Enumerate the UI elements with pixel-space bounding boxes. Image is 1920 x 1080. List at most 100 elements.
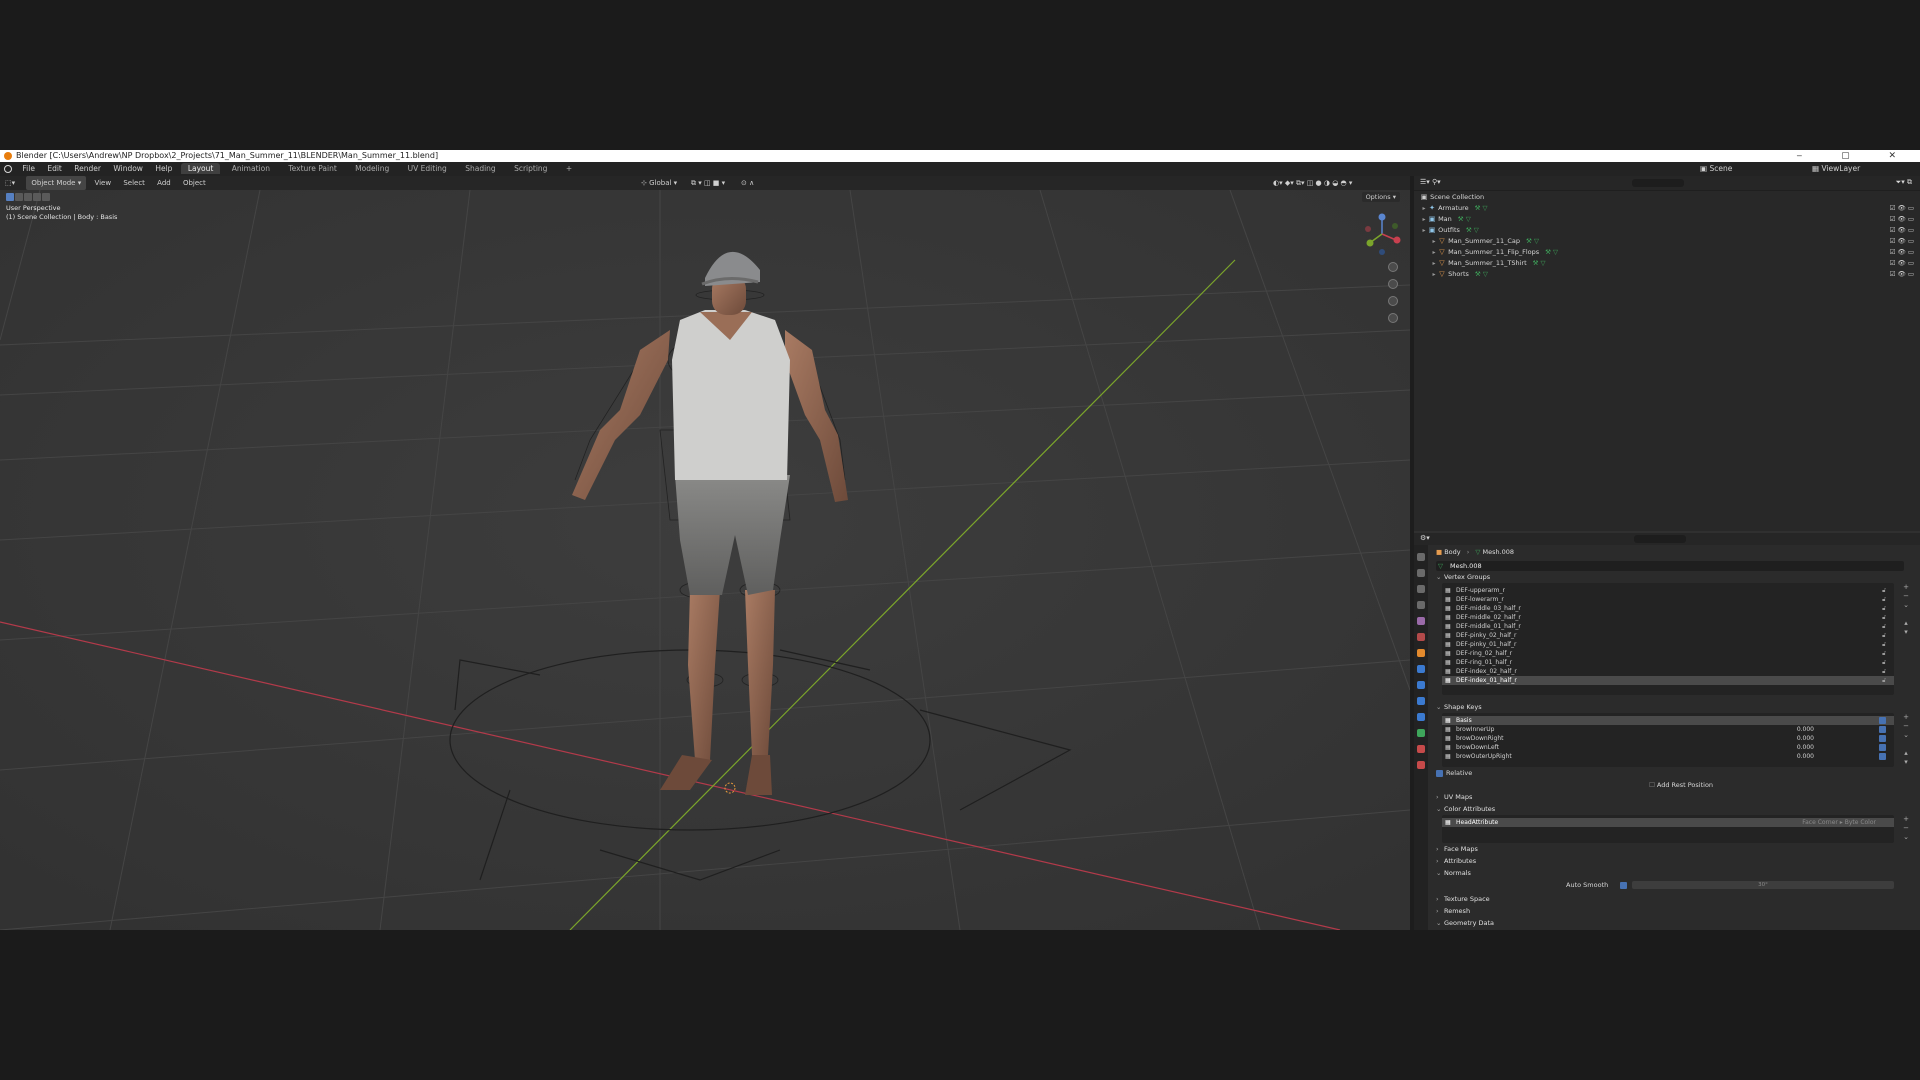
menu-add[interactable]: Add [153,176,175,190]
geometry-data-header[interactable]: ⌄ Geometry Data [1428,917,1920,929]
menu-object[interactable]: Object [179,176,210,190]
lock-icon[interactable]: 🔓︎ [1882,658,1886,667]
transform-orientation-dropdown[interactable]: ⊹ Global ▾ [637,176,681,190]
visibility-toggle-icons[interactable]: ☑ 👁 ▭ [1890,236,1914,247]
scene-tab-icon[interactable] [1417,617,1425,625]
outliner-row[interactable]: ▸ ▽ Shorts ⚒ ▽ ☑ 👁 ▭ [1414,269,1920,280]
texture-tab-icon[interactable] [1417,761,1425,769]
add-rest-position-checkbox[interactable]: ☐ Add Rest Position [1428,779,1920,791]
shape-key-value[interactable]: 0.000 [1797,752,1814,761]
output-tab-icon[interactable] [1417,585,1425,593]
particles-tab-icon[interactable] [1417,681,1425,689]
menu-view[interactable]: View [90,176,115,190]
color-attribute-item[interactable]: ▦ HeadAttribute Face Corner ▸ Byte Color [1442,818,1894,827]
navigation-gizmo[interactable] [1362,212,1402,258]
shape-key-mute-checkbox[interactable] [1879,735,1886,742]
expand-arrow-icon[interactable]: ▸ [1430,236,1438,247]
mode-dropdown[interactable]: Object Mode ▾ [26,176,87,190]
outliner-row[interactable]: ▸ ▣ Man ⚒ ▽ ☑ 👁 ▭ [1414,214,1920,225]
vertex-group-item[interactable]: ▦ DEF-pinky_01_half_r 🔓︎ [1442,640,1894,649]
scene-selector[interactable]: ▣ Scene [1700,162,1732,176]
shape-key-mute-checkbox[interactable] [1879,726,1886,733]
visibility-toggle-icons[interactable]: ☑ 👁 ▭ [1890,203,1914,214]
lock-icon[interactable]: 🔓︎ [1882,595,1886,604]
select-box-icon[interactable] [6,193,14,201]
physics-tab-icon[interactable] [1417,697,1425,705]
3d-viewport[interactable]: User Perspective (1) Scene Collection | … [0,190,1410,930]
outliner-row[interactable]: ▸ ✦ Armature ⚒ ▽ ☑ 👁 ▭ [1414,203,1920,214]
menu-edit[interactable]: Edit [47,164,62,173]
vertex-group-item[interactable]: ▦ DEF-middle_03_half_r 🔓︎ [1442,604,1894,613]
lock-icon[interactable]: 🔓︎ [1882,631,1886,640]
tool-tab-icon[interactable] [1417,553,1425,561]
view-layer-selector[interactable]: ▦ ViewLayer [1812,162,1860,176]
mesh-name-field[interactable]: ▽ Mesh.008 [1436,561,1904,571]
vertex-group-item[interactable]: ▦ DEF-index_01_half_r 🔓︎ [1442,676,1894,685]
list-resize-handle[interactable] [1442,685,1894,695]
shape-key-mute-checkbox[interactable] [1879,753,1886,760]
mesh-data-tab-icon[interactable] [1417,729,1425,737]
vertex-group-item[interactable]: ▦ DEF-ring_02_half_r 🔓︎ [1442,649,1894,658]
visibility-toggle-icons[interactable]: ☑ 👁 ▭ [1890,214,1914,225]
constraints-tab-icon[interactable] [1417,713,1425,721]
x-axis-icon[interactable] [1393,236,1401,244]
vertex-group-item[interactable]: ▦ DEF-pinky_02_half_r 🔓︎ [1442,631,1894,640]
properties-search-input[interactable] [1634,535,1686,543]
ortho-grid-icon[interactable] [1388,313,1398,323]
expand-arrow-icon[interactable]: ▸ [1430,269,1438,280]
select-subtract-icon[interactable] [24,193,32,201]
expand-arrow-icon[interactable]: ▸ [1430,258,1438,269]
select-extend-icon[interactable] [15,193,23,201]
expand-arrow-icon[interactable]: ▸ [1430,247,1438,258]
shape-keys-list[interactable]: ▦ Basis ▦ browInnerUp 0.000 ▦ browDownRight 0.0… [1442,713,1909,767]
visibility-toggle-icons[interactable]: ☑ 👁 ▭ [1890,247,1914,258]
shape-keys-header[interactable]: ⌄ Shape Keys [1428,701,1920,713]
select-invert-icon[interactable] [33,193,41,201]
outliner-row[interactable]: ▸ ▽ Man_Summer_11_TShirt ⚒ ▽ ☑ 👁 ▭ [1414,258,1920,269]
texture-space-header[interactable]: › Texture Space [1428,893,1920,905]
menu-select[interactable]: Select [119,176,149,190]
visibility-toggle-icons[interactable]: ☑ 👁 ▭ [1890,258,1914,269]
tab-animation[interactable]: Animation [225,163,277,174]
proportional-edit-icon[interactable]: ⊙ ∧ [737,176,758,190]
auto-smooth-checkbox[interactable] [1620,882,1627,889]
visibility-toggle-icons[interactable]: ☑ 👁 ▭ [1890,269,1914,280]
shape-key-value[interactable]: 0.000 [1797,725,1814,734]
expand-arrow-icon[interactable]: ▸ [1420,203,1428,214]
outliner-search-input[interactable] [1632,179,1684,187]
shape-key-mute-checkbox[interactable] [1879,744,1886,751]
vertex-group-item[interactable]: ▦ DEF-lowerarm_r 🔓︎ [1442,595,1894,604]
snap-icon[interactable]: ⧉ ▾ ◫ ■ ▾ [687,176,729,190]
visibility-toggle-icons[interactable]: ☑ 👁 ▭ [1890,225,1914,236]
outliner-root-row[interactable]: ▣ Scene Collection [1414,192,1920,203]
lock-icon[interactable]: 🔓︎ [1882,676,1886,685]
z-axis-icon[interactable] [1378,213,1386,221]
camera-view-icon[interactable] [1388,296,1398,306]
lock-icon[interactable]: 🔓︎ [1882,613,1886,622]
tab-scripting[interactable]: Scripting [507,163,554,174]
tab-layout[interactable]: Layout [180,163,221,174]
face-maps-header[interactable]: › Face Maps [1428,843,1920,855]
menu-render[interactable]: Render [74,164,101,173]
modifiers-tab-icon[interactable] [1417,665,1425,673]
neg-y-axis-icon[interactable] [1392,223,1398,229]
shape-key-value[interactable]: 0.000 [1797,734,1814,743]
color-attributes-list[interactable]: ▦ HeadAttribute Face Corner ▸ Byte Color… [1442,815,1909,843]
viewport-overlay-icons[interactable]: ◐▾ ◆▾ ⧉▾ ◫ ● ◑ ◒ ◓ ▾ [1269,176,1356,190]
tab-uv-editing[interactable]: UV Editing [401,163,454,174]
tab-modeling[interactable]: Modeling [348,163,396,174]
menu-file[interactable]: File [22,164,35,173]
outliner-row[interactable]: ▸ ▣ Outfits ⚒ ▽ ☑ 👁 ▭ [1414,225,1920,236]
relative-checkbox[interactable]: Relative [1428,767,1920,779]
object-tab-icon[interactable] [1417,649,1425,657]
menu-window[interactable]: Window [113,164,143,173]
attributes-header[interactable]: › Attributes [1428,855,1920,867]
shape-key-item[interactable]: ▦ browDownRight 0.000 [1442,734,1894,743]
tab-shading[interactable]: Shading [458,163,502,174]
outliner-editor-icon[interactable]: ☰▾ ⚲▾ [1420,178,1441,186]
select-intersect-icon[interactable] [42,193,50,201]
window-controls[interactable]: ‒ ▢ ✕ [1797,150,1915,162]
editor-type-icon[interactable]: ⬚▾ [1,176,19,190]
menu-help[interactable]: Help [155,164,172,173]
shape-key-item[interactable]: ▦ browInnerUp 0.000 [1442,725,1894,734]
